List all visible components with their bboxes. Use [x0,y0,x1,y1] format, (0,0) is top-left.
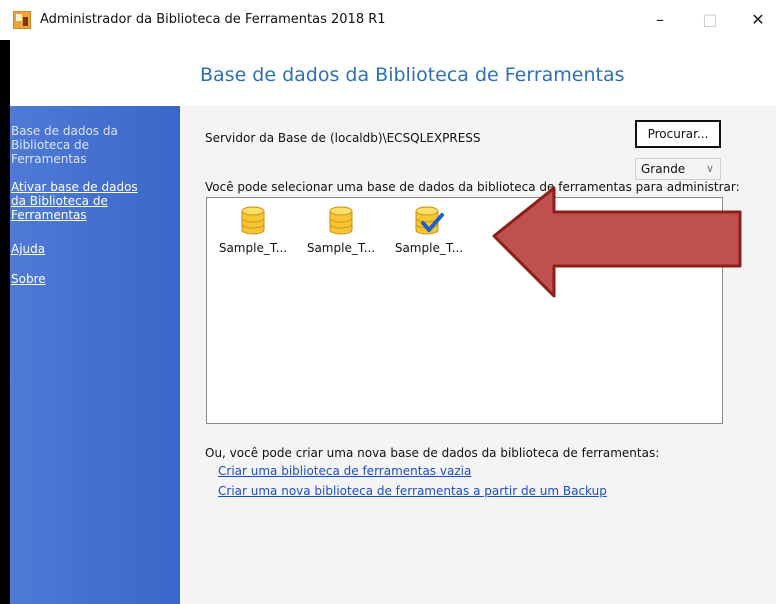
create-prompt: Ou, você pode criar uma nova base de dad… [205,446,660,460]
view-size-value: Grande [641,162,686,176]
app-icon [13,11,31,29]
sidebar-item-label: Ajuda [11,242,46,256]
database-label: Sample_T... [394,241,464,255]
sidebar-item-label: Ferramentas [11,208,87,222]
window-border [0,40,10,604]
database-item-active[interactable]: Sample_T... [383,206,475,266]
view-size-select[interactable]: Grande ∨ [635,158,721,180]
annotation-arrow [492,186,742,298]
chevron-down-icon: ∨ [705,162,714,175]
database-label: Sample_T... [218,241,288,255]
create-empty-library-link[interactable]: Criar uma biblioteca de ferramentas vazi… [218,464,471,478]
window-title: Administrador da Biblioteca de Ferrament… [40,12,386,27]
sidebar-item-database[interactable]: Base de dados da Biblioteca de Ferrament… [10,124,118,166]
page-title: Base de dados da Biblioteca de Ferrament… [200,64,625,86]
maximize-button[interactable]: □ [690,6,730,34]
minimize-button[interactable]: – [640,6,680,34]
server-value: (localdb)\ECSQLEXPRESS [330,131,481,145]
sidebar-item-label: Base de dados da [11,124,118,138]
database-icon [241,206,265,235]
sidebar-item-label: Biblioteca de [11,138,90,152]
sidebar-item-label: Ativar base de dados [11,180,138,194]
sidebar-item-label: Sobre [11,272,46,286]
sidebar-item-help[interactable]: Ajuda [10,242,45,256]
create-from-backup-link[interactable]: Criar uma nova biblioteca de ferramentas… [218,484,607,498]
browse-button[interactable]: Procurar... [635,120,721,148]
sidebar: Base de dados da Biblioteca de Ferrament… [10,106,182,604]
title-bar: Administrador da Biblioteca de Ferrament… [0,0,776,40]
sidebar-item-label: da Biblioteca de [11,194,108,208]
sidebar-item-activate[interactable]: Ativar base de dados da Biblioteca de Fe… [10,180,138,222]
database-item[interactable]: Sample_T... [295,206,387,266]
main-panel: Servidor da Base de (localdb)\ECSQLEXPRE… [180,106,776,604]
database-item[interactable]: Sample_T... [207,206,299,266]
database-icon [329,206,353,235]
page-header: Base de dados da Biblioteca de Ferrament… [180,40,776,106]
sidebar-item-about[interactable]: Sobre [10,272,46,286]
server-label: Servidor da Base de [205,131,326,145]
close-button[interactable]: ✕ [738,6,776,34]
database-check-icon [415,206,444,235]
database-label: Sample_T... [306,241,376,255]
sidebar-item-label: Ferramentas [11,152,87,166]
